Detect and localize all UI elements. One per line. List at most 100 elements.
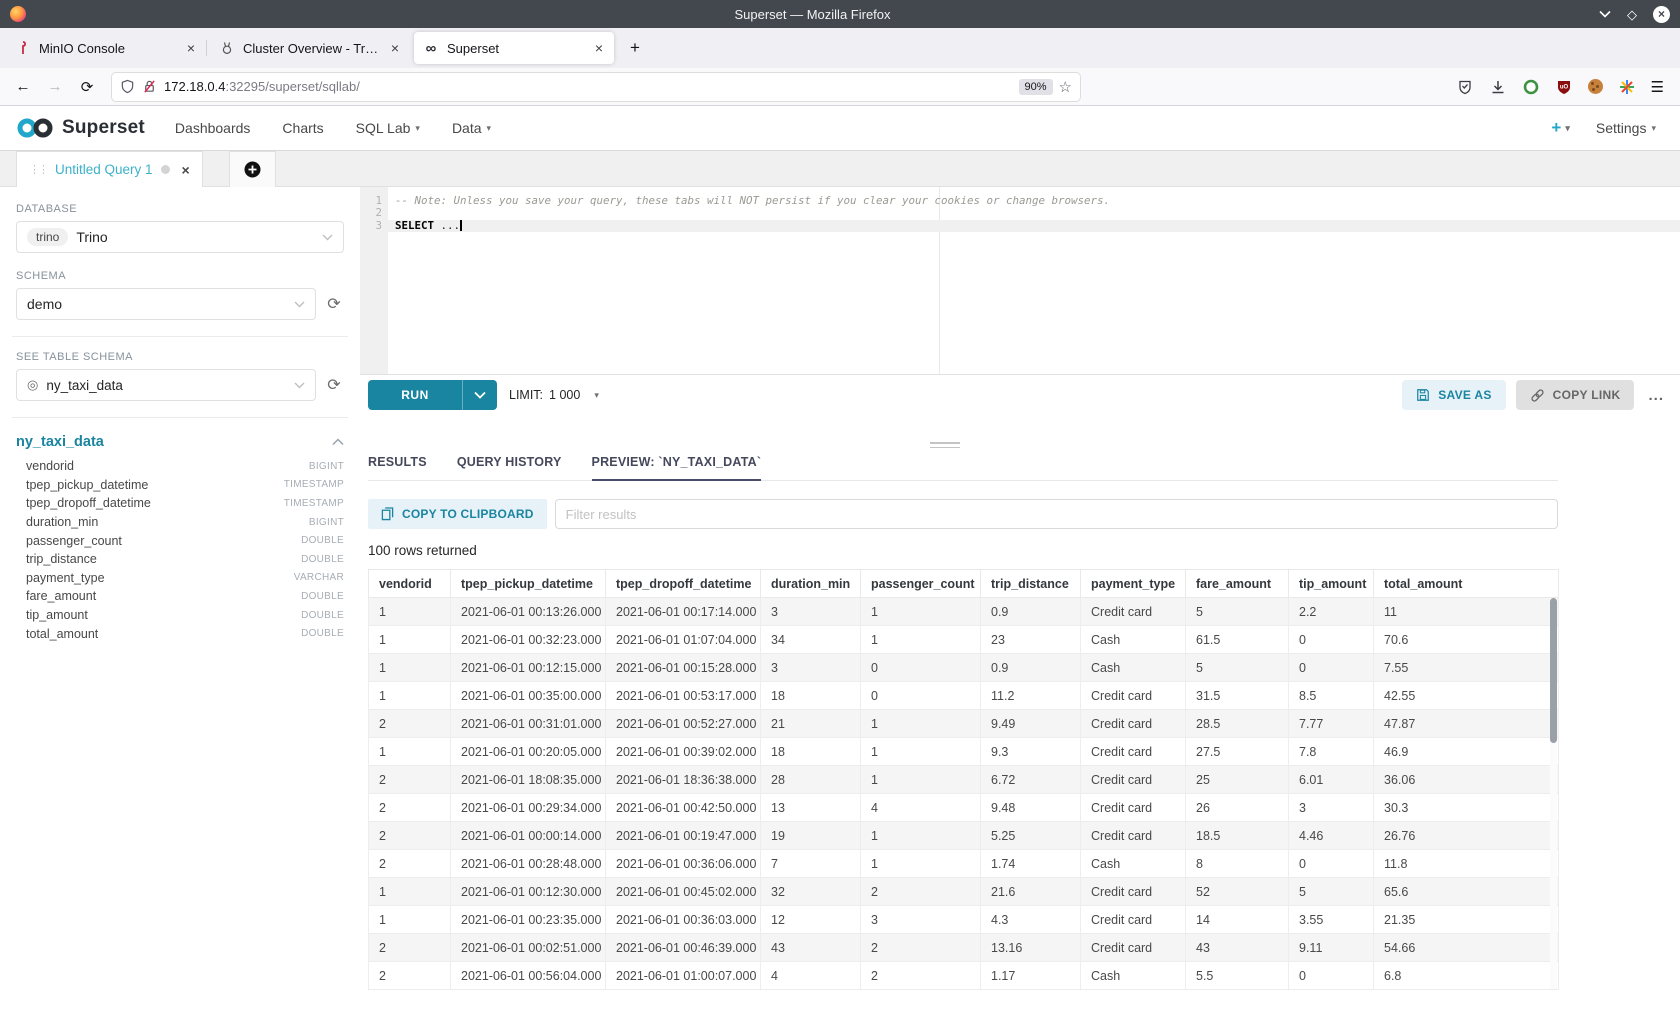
copy-to-clipboard-button[interactable]: COPY TO CLIPBOARD — [368, 499, 547, 529]
filter-results-input[interactable] — [555, 499, 1558, 529]
tracking-shield-icon[interactable] — [120, 79, 135, 94]
page-zoom-badge[interactable]: 90% — [1019, 79, 1053, 95]
cookie-extension-icon[interactable] — [1588, 79, 1603, 94]
bookmark-star-icon[interactable]: ☆ — [1059, 78, 1072, 96]
nav-item-data[interactable]: Data▾ — [436, 106, 507, 150]
browser-tab-minio-console[interactable]: MinIO Console× — [6, 32, 206, 64]
editor-code[interactable]: -- Note: Unless you save your query, the… — [388, 187, 1680, 374]
browser-tab-cluster-overview-trino[interactable]: Cluster Overview - Trino× — [210, 32, 410, 64]
chevron-down-icon: ▾ — [594, 390, 599, 401]
browser-tab-superset[interactable]: ∞Superset× — [414, 32, 614, 64]
table-cell: 6.01 — [1289, 766, 1374, 794]
insecure-lock-icon[interactable] — [142, 79, 157, 94]
table-cell: 8.5 — [1289, 682, 1374, 710]
nav-item-sql-lab[interactable]: SQL Lab▾ — [340, 106, 436, 150]
column-header-tpep-pickup-datetime[interactable]: tpep_pickup_datetime — [451, 570, 606, 598]
run-options-chevron-icon[interactable] — [463, 380, 497, 410]
more-actions-button[interactable]: ... — [1644, 387, 1668, 404]
column-header-total-amount[interactable]: total_amount — [1374, 570, 1559, 598]
table-name-link[interactable]: ny_taxi_data — [16, 434, 104, 450]
column-header-payment-type[interactable]: payment_type — [1081, 570, 1186, 598]
table-column-row: total_amountDOUBLE — [16, 624, 344, 643]
table-cell: Credit card — [1081, 598, 1186, 626]
collapse-chevron-icon[interactable] — [332, 438, 344, 446]
url-text[interactable]: 172.18.0.4:32295/superset/sqllab/ — [164, 79, 1013, 94]
new-item-button[interactable]: +▾ — [1551, 118, 1569, 138]
reload-icon[interactable]: ⟳ — [74, 74, 100, 100]
menu-icon[interactable]: ☰ — [1651, 78, 1664, 96]
column-header-tip-amount[interactable]: tip_amount — [1289, 570, 1374, 598]
refresh-schema-icon[interactable]: ⟳ — [324, 294, 344, 314]
sqllab-sidebar: DATABASE trino Trino SCHEMA demo — [0, 187, 360, 1012]
table-cell: 18.5 — [1186, 822, 1289, 850]
add-query-tab-button[interactable] — [229, 151, 276, 187]
table-cell: Credit card — [1081, 934, 1186, 962]
ghostery-extension-icon[interactable] — [1522, 78, 1540, 96]
table-cell: 3 — [761, 598, 861, 626]
window-maximize-icon[interactable]: ◇ — [1627, 8, 1637, 21]
table-cell: 2021-06-01 01:07:04.000 — [606, 626, 761, 654]
refresh-table-icon[interactable]: ⟳ — [324, 375, 344, 395]
nav-item-dashboards[interactable]: Dashboards — [159, 106, 267, 150]
run-button-label[interactable]: RUN — [368, 380, 463, 410]
settings-menu[interactable]: Settings▾ — [1596, 120, 1656, 136]
table-cell: 14 — [1186, 906, 1289, 934]
superset-logo[interactable]: Superset — [16, 117, 145, 139]
window-minimize-icon[interactable] — [1599, 10, 1611, 18]
window-close-icon[interactable]: × — [1653, 6, 1670, 23]
database-select[interactable]: trino Trino — [16, 221, 344, 253]
results-tab-query-history[interactable]: QUERY HISTORY — [457, 455, 562, 481]
downloads-icon[interactable] — [1489, 78, 1507, 96]
ublock-icon[interactable]: uO — [1555, 78, 1573, 96]
close-query-tab-icon[interactable]: × — [182, 162, 190, 178]
table-column-row: payment_typeVARCHAR — [16, 569, 344, 588]
code-line-3: SELECT ... — [388, 220, 1680, 232]
column-type: DOUBLE — [301, 628, 344, 639]
drag-handle-icon[interactable]: ⋮⋮ — [29, 163, 47, 176]
run-button[interactable]: RUN — [368, 380, 497, 410]
table-cell: 2 — [861, 934, 981, 962]
nav-item-label: Dashboards — [175, 120, 251, 136]
table-column-row: trip_distanceDOUBLE — [16, 550, 344, 569]
firefox-window: Superset — Mozilla Firefox ◇ × MinIO Con… — [0, 0, 1680, 1012]
back-icon[interactable]: ← — [10, 74, 36, 100]
table-cell: 70.6 — [1374, 626, 1559, 654]
table-cell: 26 — [1186, 794, 1289, 822]
results-tab-results[interactable]: RESULTS — [368, 455, 427, 481]
limit-dropdown[interactable]: LIMIT: 1 000 ▾ — [509, 388, 599, 402]
table-row: 22021-06-01 00:28:48.0002021-06-01 00:36… — [369, 850, 1559, 878]
query-tab-active[interactable]: ⋮⋮ Untitled Query 1 × — [16, 151, 203, 187]
close-tab-icon[interactable]: × — [593, 40, 605, 56]
table-schema-select[interactable]: ◎ ny_taxi_data — [16, 369, 316, 401]
text-cursor — [460, 220, 462, 231]
multi-account-extension-icon[interactable] — [1618, 78, 1636, 96]
firefox-icon — [10, 6, 26, 22]
table-cell: 2021-06-01 00:32:23.000 — [451, 626, 606, 654]
new-tab-button[interactable]: + — [622, 35, 648, 61]
table-cell: 11 — [1374, 598, 1559, 626]
url-bar[interactable]: 172.18.0.4:32295/superset/sqllab/ 90% ☆ — [112, 73, 1080, 101]
column-header-fare-amount[interactable]: fare_amount — [1186, 570, 1289, 598]
save-as-button[interactable]: SAVE AS — [1402, 380, 1505, 410]
pocket-shield-icon[interactable] — [1456, 78, 1474, 96]
results-tab-preview-ny-taxi-data[interactable]: PREVIEW: `NY_TAXI_DATA` — [592, 455, 762, 481]
table-row: 12021-06-01 00:32:23.0002021-06-01 01:07… — [369, 626, 1559, 654]
column-header-vendorid[interactable]: vendorid — [369, 570, 451, 598]
close-tab-icon[interactable]: × — [389, 40, 401, 56]
column-header-tpep-dropoff-datetime[interactable]: tpep_dropoff_datetime — [606, 570, 761, 598]
panel-resize-handle[interactable] — [930, 442, 960, 451]
copy-link-button[interactable]: COPY LINK — [1516, 380, 1635, 410]
table-cell: 28.5 — [1186, 710, 1289, 738]
nav-item-charts[interactable]: Charts — [266, 106, 339, 150]
column-type: DOUBLE — [301, 610, 344, 621]
close-tab-icon[interactable]: × — [185, 40, 197, 56]
table-scrollbar-thumb[interactable] — [1550, 598, 1557, 743]
column-header-duration-min[interactable]: duration_min — [761, 570, 861, 598]
table-cell: Cash — [1081, 962, 1186, 990]
sql-editor[interactable]: 123 -- Note: Unless you save your query,… — [360, 187, 1680, 375]
results-tab-bar: RESULTS QUERY HISTORY PREVIEW: `NY_TAXI_DA… — [368, 455, 1558, 481]
schema-select[interactable]: demo — [16, 288, 316, 320]
limit-value: 1 000 — [549, 388, 580, 402]
column-header-trip-distance[interactable]: trip_distance — [981, 570, 1081, 598]
column-header-passenger-count[interactable]: passenger_count — [861, 570, 981, 598]
